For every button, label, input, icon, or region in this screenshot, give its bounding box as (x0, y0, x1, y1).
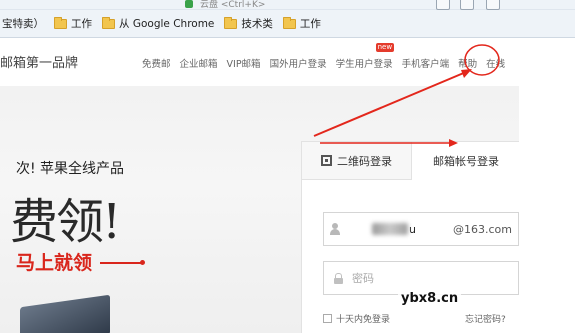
promo-device-image (20, 294, 110, 333)
bookmark-item[interactable]: 宝特卖） (2, 16, 44, 31)
login-tabs: 二维码登录 邮箱帐号登录 (302, 142, 520, 180)
page-icon[interactable] (460, 0, 474, 10)
nav-free-mail[interactable]: 免费邮 (142, 56, 171, 70)
bookmark-folder-chrome[interactable]: 从 Google Chrome (102, 16, 214, 31)
bookmarks-bar: 宝特卖） 工作 从 Google Chrome 技术类 工作 (0, 10, 575, 38)
tab-qr-login[interactable]: 二维码登录 (302, 142, 412, 180)
lock-icon (333, 272, 343, 284)
nav-enterprise-mail[interactable]: 企业邮箱 (180, 56, 218, 70)
folder-icon (102, 16, 115, 29)
tab-account-login[interactable]: 邮箱帐号登录 (412, 142, 520, 180)
password-field[interactable] (323, 261, 519, 295)
tab-account-label: 邮箱帐号登录 (433, 155, 499, 168)
forgot-password-link[interactable]: 忘记密码? (465, 312, 506, 325)
lock-icon-wrap (324, 262, 352, 294)
promo-cta[interactable]: 马上就领 (16, 248, 92, 275)
chevron-down-icon[interactable] (486, 0, 500, 10)
folder-icon (282, 16, 296, 29)
user-icon-wrap (324, 213, 345, 245)
new-badge: new (375, 43, 395, 52)
password-input[interactable] (352, 263, 460, 293)
qr-code-icon (321, 155, 332, 166)
security-shield-icon (185, 0, 193, 8)
remember-me[interactable]: 十天内免登录 (323, 312, 390, 325)
nav-mobile-client[interactable]: 手机客户端 (402, 56, 450, 70)
site-watermark: ybx8.cn (398, 291, 462, 306)
star-icon[interactable] (436, 0, 450, 10)
nav-vip-mail[interactable]: VIP邮箱 (227, 56, 261, 70)
nav-student-login[interactable]: 学生用户登录 new (335, 43, 395, 70)
brand-slogan: 邮箱第一品牌 (0, 56, 79, 71)
redacted-username (372, 223, 408, 235)
promo-cta-line (100, 260, 145, 265)
domain-suffix: @163.com (453, 222, 512, 236)
folder-icon (54, 16, 67, 29)
nav-overseas-login[interactable]: 国外用户登录 (270, 56, 327, 70)
remember-checkbox[interactable] (323, 314, 332, 323)
user-icon (329, 223, 340, 235)
bookmark-folder-work[interactable]: 工作 (54, 16, 92, 31)
username-field[interactable]: @163.com (323, 212, 519, 246)
nav-student-login-label: 学生用户登录 (335, 59, 393, 70)
address-bar-fragment[interactable]: 云盘 <Ctrl+K> (200, 0, 265, 10)
browser-toolbar: 云盘 <Ctrl+K> (0, 0, 575, 10)
bookmark-folder-tech[interactable]: 技术类 (224, 16, 273, 31)
promo-subtitle: 次! 苹果全线产品 (16, 161, 125, 177)
bookmark-folder-work-2[interactable]: 工作 (282, 16, 321, 31)
tab-qr-label: 二维码登录 (337, 154, 392, 168)
folder-icon (224, 16, 238, 29)
site-header: 邮箱第一品牌 免费邮 企业邮箱 VIP邮箱 国外用户登录 学生用户登录 new … (0, 38, 575, 86)
promo-headline: 费领! (10, 194, 121, 250)
remember-label: 十天内免登录 (336, 315, 391, 325)
top-nav: 免费邮 企业邮箱 VIP邮箱 国外用户登录 学生用户登录 new 手机客户端 帮… (142, 43, 505, 70)
nav-help[interactable]: 帮助 (458, 56, 477, 70)
nav-online[interactable]: 在线 (486, 56, 505, 70)
